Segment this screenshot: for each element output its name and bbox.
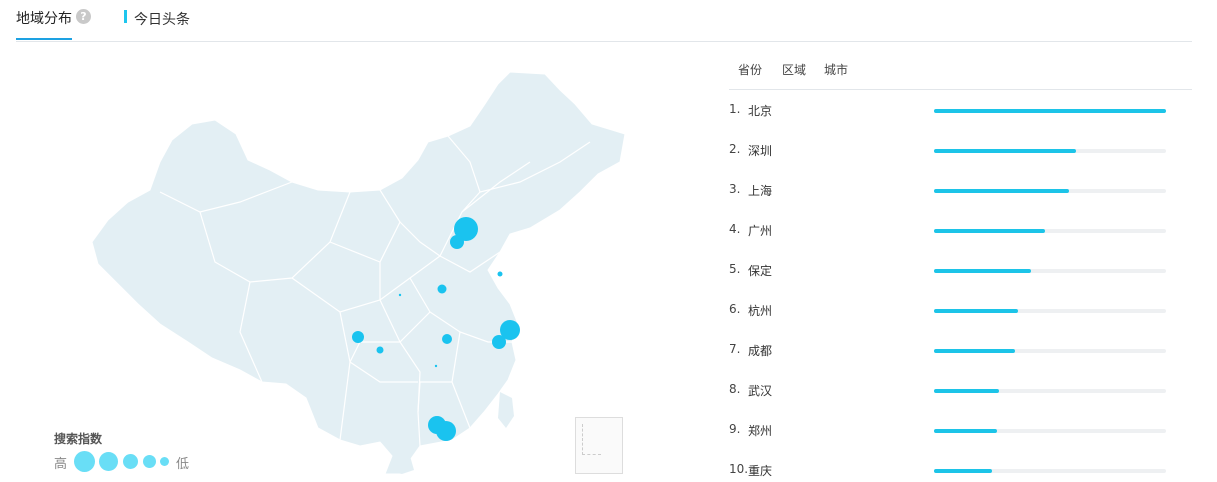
ranking-row[interactable]: 4. 广州 [729, 222, 1192, 242]
rank-bar-fill [934, 309, 1018, 313]
rank-bar-fill [934, 149, 1076, 153]
ranking-row[interactable]: 8. 武汉 [729, 382, 1192, 402]
legend-dot-5 [160, 457, 169, 466]
bubble-zhengzhou[interactable] [437, 284, 447, 294]
rank-number: 3. [729, 182, 741, 196]
legend-high-label: 高 [54, 457, 68, 472]
bubble-wuhan[interactable] [442, 334, 452, 344]
rank-bar-track [934, 349, 1166, 353]
active-tab-underline [16, 38, 72, 40]
rank-bar-track [934, 309, 1166, 313]
rank-city-name: 重庆 [748, 464, 773, 478]
ranking-row[interactable]: 10. 重庆 [729, 462, 1192, 482]
rank-bar-track [934, 229, 1166, 233]
rank-bar-fill [934, 469, 992, 473]
bubble-small-1[interactable] [497, 271, 503, 277]
bubble-baoding[interactable] [450, 235, 464, 249]
rank-bar-track [934, 189, 1166, 193]
bubble-small-2[interactable] [398, 293, 402, 297]
ranking-row[interactable]: 2. 深圳 [729, 142, 1192, 162]
china-map [91, 71, 626, 474]
tab-city[interactable]: 城市 [824, 61, 848, 78]
legend-dot-2 [99, 452, 118, 471]
bubble-chengdu[interactable] [352, 331, 364, 343]
rank-bar-fill [934, 109, 1166, 113]
source-marker [124, 10, 127, 23]
rank-city-name: 武汉 [748, 384, 773, 398]
tab-region[interactable]: 区域 [782, 61, 806, 78]
rank-number: 6. [729, 302, 741, 316]
header: 地域分布 ? 今日头条 [0, 0, 1217, 42]
map-land [91, 71, 626, 474]
ranking-divider [729, 89, 1192, 90]
ranking-row[interactable]: 9. 郑州 [729, 422, 1192, 442]
rank-bar-track [934, 269, 1166, 273]
legend-title: 搜索指数 [54, 432, 103, 446]
rank-bar-fill [934, 269, 1032, 273]
rank-bar-fill [934, 429, 997, 433]
rank-bar-fill [934, 389, 999, 393]
rank-number: 2. [729, 142, 741, 156]
tab-region-distribution[interactable]: 地域分布 [16, 8, 72, 28]
rank-bar-track [934, 389, 1166, 393]
south-china-sea-inset [575, 417, 623, 474]
ranking-row[interactable]: 7. 成都 [729, 342, 1192, 362]
ranking-row[interactable]: 3. 上海 [729, 182, 1192, 202]
bubble-small-3[interactable] [434, 364, 438, 368]
ranking-row[interactable]: 5. 保定 [729, 262, 1192, 282]
ranking-row[interactable]: 6. 杭州 [729, 302, 1192, 322]
legend-dot-4 [143, 455, 156, 468]
rank-number: 7. [729, 342, 741, 356]
rank-bar-track [934, 469, 1166, 473]
rank-number: 1. [729, 102, 741, 116]
rank-bar-track [934, 149, 1166, 153]
ranking-row[interactable]: 1. 北京 [729, 102, 1192, 122]
rank-city-name: 郑州 [748, 424, 773, 438]
rank-city-name: 杭州 [748, 304, 773, 318]
bubble-hangzhou[interactable] [492, 335, 506, 349]
bubble-shenzhen[interactable] [436, 421, 456, 441]
inset-outline [582, 424, 601, 455]
rank-bar-track [934, 109, 1166, 113]
rank-number: 4. [729, 222, 741, 236]
legend-dot-1 [74, 451, 95, 472]
rank-city-name: 深圳 [748, 144, 773, 158]
rank-number: 9. [729, 422, 741, 436]
rank-city-name: 广州 [748, 224, 773, 238]
rank-number: 5. [729, 262, 741, 276]
rank-city-name: 保定 [748, 264, 773, 278]
tab-province[interactable]: 省份 [738, 61, 762, 78]
rank-bar-fill [934, 349, 1016, 353]
rank-city-name: 北京 [748, 104, 773, 118]
rank-city-name: 上海 [748, 184, 773, 198]
legend-dot-3 [123, 454, 138, 469]
legend-low-label: 低 [176, 457, 190, 472]
rank-city-name: 成都 [748, 344, 773, 358]
rank-bar-fill [934, 189, 1069, 193]
help-icon[interactable]: ? [76, 9, 91, 24]
bubble-chongqing[interactable] [376, 346, 384, 354]
source-label: 今日头条 [134, 12, 190, 28]
rank-bar-track [934, 429, 1166, 433]
rank-number: 8. [729, 382, 741, 396]
rank-bar-fill [934, 229, 1046, 233]
